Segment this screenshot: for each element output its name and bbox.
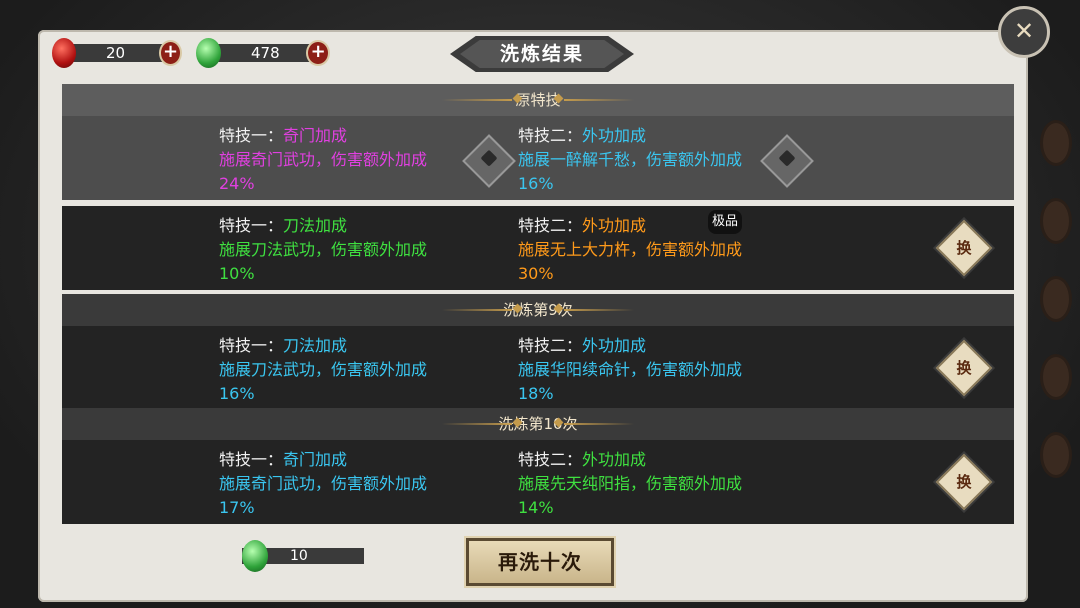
swap-button[interactable]: 换 [935,453,993,511]
skill-1: 特技一：奇门加成 施展奇门武功，伤害额外加成17% [219,450,428,517]
ring-decoration [1040,120,1072,166]
ring-decoration [1040,198,1072,244]
ring-decoration [1040,354,1072,400]
title-text: 洗炼结果 [499,43,584,65]
side-decoration [1040,120,1074,510]
skill-row-result: 特技一：奇门加成 施展奇门武功，伤害额外加成17% 特技二：外功加成 施展先天纯… [62,440,1014,524]
wash-10-header: 洗炼第10次 [62,408,1014,440]
red-gem-count: 20 [106,44,126,62]
skill-2: 特技二：外功加成 施展一醉解千愁，伤害额外加成16% [518,126,743,193]
red-gem-icon [52,38,76,68]
skill-2: 特技二：外功加成 施展先天纯阳指，伤害额外加成14% [518,450,743,517]
swap-icon: 换 [956,473,972,491]
jade-icon [196,38,221,68]
jade-currency: 478 + [196,38,330,68]
swap-icon: 换 [956,239,972,257]
wash-10-panel: 洗炼第10次 特技一：奇门加成 施展奇门武功，伤害额外加成17% 特技二：外功加… [62,408,1014,524]
swap-icon: 换 [956,359,972,377]
skill-1-name: 奇门加成 [283,126,348,145]
lock-badge-icon [760,134,814,188]
swap-button[interactable]: 换 [935,339,993,397]
wash-cost: 10 [226,540,364,572]
wash-result-panel: 特技一：刀法加成 施展刀法武功，伤害额外加成10% 特技二：外功加成 施展无上大… [62,206,1014,290]
swap-button[interactable]: 换 [935,219,993,277]
window-title: 洗炼结果 [450,36,634,72]
close-icon: ✕ [1013,17,1035,45]
lock-badge-icon [462,134,516,188]
skill-1: 特技一：奇门加成 施展奇门武功，伤害额外加成24% [219,126,428,193]
skill-2-name: 外功加成 [582,126,647,145]
skill-1-desc: 施展奇门武功，伤害额外加成24% [219,150,428,193]
skill-1: 特技一：刀法加成 施展刀法武功，伤害额外加成10% [219,216,428,283]
close-button[interactable]: ✕ [998,6,1050,58]
ring-decoration [1040,276,1072,322]
add-red-gem-button[interactable]: + [159,40,182,66]
original-skills-panel: 原特技 特技一：奇门加成 施展奇门武功，伤害额外加成24% 特技二：外功加成 施… [62,84,1014,200]
premium-tag: 极品 [708,210,743,234]
skill-row-original: 特技一：奇门加成 施展奇门武功，伤害额外加成24% 特技二：外功加成 施展一醉解… [62,116,1014,200]
jade-count: 478 [251,44,280,62]
skill-2-desc: 施展一醉解千愁，伤害额外加成16% [518,150,743,193]
wash-9-panel: 洗炼第9次 特技一：刀法加成 施展刀法武功，伤害额外加成16% 特技二：外功加成… [62,294,1014,410]
skill-row-result: 特技一：刀法加成 施展刀法武功，伤害额外加成10% 特技二：外功加成 施展无上大… [62,206,1014,290]
cost-value: 10 [290,548,308,564]
jade-icon [242,540,268,572]
wash-9-header: 洗炼第9次 [62,294,1014,326]
skill-2: 特技二：外功加成 施展华阳续命针，伤害额外加成18% [518,336,743,403]
skill-row-result: 特技一：刀法加成 施展刀法武功，伤害额外加成16% 特技二：外功加成 施展华阳续… [62,326,1014,410]
ring-decoration [1040,432,1072,478]
add-jade-button[interactable]: + [306,40,330,66]
skill-1: 特技一：刀法加成 施展刀法武功，伤害额外加成16% [219,336,428,403]
original-header: 原特技 [62,84,1014,116]
rewash-ten-button[interactable]: 再洗十次 [466,538,614,586]
red-gem-currency: 20 + [52,38,182,68]
